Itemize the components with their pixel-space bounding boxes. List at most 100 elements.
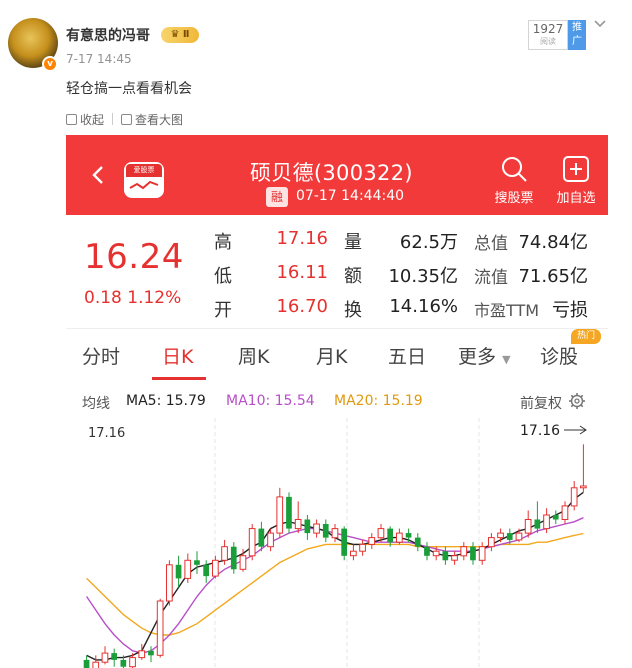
candle-body [543,514,550,530]
tab-more[interactable]: 更多 ▼ [458,342,511,369]
open-value: 16.70 [276,296,328,317]
candle-body [359,543,366,552]
verified-badge-icon: v [42,56,58,72]
user-name[interactable]: 有意思的冯哥 [66,25,150,45]
candle-body [175,564,182,579]
candle-body [248,528,256,557]
chart-tabs: 分时 日K 周K 月K 五日 更多 ▼ 诊股 热门 [66,328,608,380]
post-text: 轻仓搞一点看看机会 [66,81,192,97]
quote-panel: 16.24 0.18 1.12% 高 17.16 低 16.11 开 16.70… [66,215,608,325]
candle-body [377,528,385,539]
candle-body [230,546,237,570]
candle-body [470,546,476,561]
low-label: 低 [214,266,232,287]
collapse-button[interactable]: 收起 [66,111,104,128]
candle-body [184,559,192,579]
candle-body [194,560,200,565]
search-stock-label: 搜股票 [494,191,534,206]
candle-body [561,505,569,521]
vip-badge[interactable]: ♛ Ⅱ [161,27,199,43]
post-time[interactable]: 7-17 14:45 [66,52,132,66]
stock-title: 硕贝德(300322) [250,161,413,185]
candle-body [148,650,154,656]
tab-monthly-k[interactable]: 月K [316,342,347,369]
tab-more-label: 更多 [458,346,497,368]
picture-toolbar: 收起 查看大图 [66,110,183,128]
float-cap-value: 71.65亿 [518,266,588,287]
tab-daily-k[interactable]: 日K [162,342,193,369]
adjust-label[interactable]: 前复权 [520,393,562,413]
candle-body [166,564,173,602]
tab-five-day[interactable]: 五日 [388,342,426,369]
high-label: 高 [214,232,232,253]
candle-body [313,523,320,534]
candle-body [83,659,90,668]
max-arrow-icon [564,425,587,435]
candle-body [101,652,109,663]
candle-body [341,528,347,556]
candle-body [515,532,523,541]
stock-screenshot[interactable]: 爱股票 硕贝德(300322) 融 07-17 14:44:40 搜股票 加自选… [66,135,608,668]
gear-icon[interactable] [568,392,586,410]
ma-legend-title: 均线 [82,396,110,412]
float-cap-label: 流值 [474,268,508,288]
add-watchlist-label: 加自选 [556,191,596,206]
promo-tag[interactable]: 推广 [568,20,586,50]
hot-badge: 热门 [571,329,601,344]
read-count-box: 1927 阅读 [528,20,568,50]
candle-body [203,564,209,577]
candle-body [414,537,421,547]
enlarge-icon [121,113,133,125]
candle-body [478,546,486,561]
candle-body [570,487,578,507]
candle-body [331,528,339,539]
collapse-label: 收起 [80,112,105,127]
candle-body [120,659,127,667]
candle-body [138,650,146,659]
toolbar-divider [112,113,114,125]
candle-body [368,537,376,545]
add-icon [563,156,589,182]
add-watchlist-button[interactable]: 加自选 [548,155,604,206]
pe-label: 市盈TTM [474,301,540,320]
amount-value: 10.35亿 [388,266,458,287]
candle-body [497,532,504,539]
trend-line-icon [129,180,159,190]
turnover-label: 换 [344,300,362,321]
high-value: 17.16 [276,228,328,249]
max-price-marker: 17.16 [520,423,560,439]
y-top-label: 17.16 [88,426,125,441]
low-value: 16.11 [276,262,328,283]
candle-body [129,657,136,668]
candle-body [92,661,100,668]
candle-body [258,528,265,547]
back-arrow-icon[interactable] [90,165,106,185]
candle-body [424,546,430,556]
candle-body [534,519,541,529]
volume-label: 量 [344,232,362,253]
collapse-icon [66,113,77,125]
open-label: 开 [214,300,232,321]
app-logo: 爱股票 [124,162,164,198]
search-icon [502,157,527,182]
candle-body [580,485,587,489]
tab-diagnose[interactable]: 诊股 [540,342,578,369]
tab-intraday[interactable]: 分时 [82,342,120,369]
view-large-button[interactable]: 查看大图 [121,111,183,128]
post-header: v 有意思的冯哥 ♛ Ⅱ 7-17 14:45 轻仓搞一点看看机会 1927 阅… [0,0,632,100]
candle-body [460,546,468,557]
candle-body [212,559,219,577]
tab-weekly-k[interactable]: 周K [238,342,269,369]
candle-body [221,546,228,561]
chevron-down-icon[interactable] [592,16,608,32]
volume-value: 62.5万 [399,232,458,253]
search-stock-button[interactable]: 搜股票 [486,155,542,206]
candle-body [488,537,495,548]
margin-badge: 融 [266,187,288,207]
candle-body [396,532,403,543]
candle-body [286,496,292,529]
total-cap-value: 74.84亿 [518,232,588,253]
read-label: 阅读 [540,37,556,46]
kline-chart[interactable]: 17.16 17.16 [66,418,608,668]
candle-body [156,600,164,656]
